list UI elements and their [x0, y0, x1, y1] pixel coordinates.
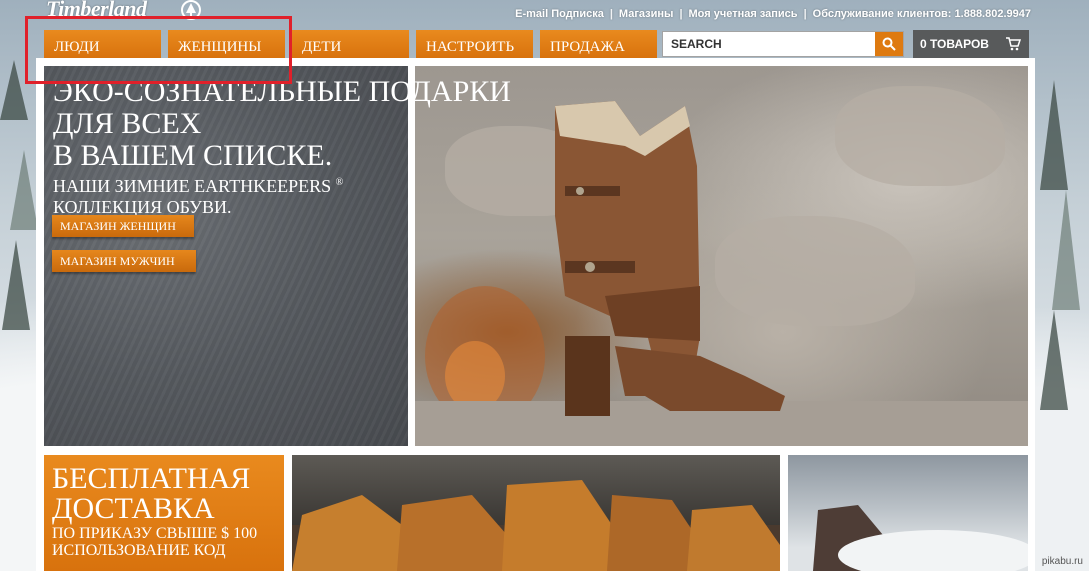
search-icon [882, 37, 896, 51]
hero-subtitle: НАШИ ЗИМНИЕ EARTHKEEPERS ® КОЛЛЕКЦИЯ ОБУ… [53, 172, 373, 218]
tree-left-1 [0, 60, 28, 120]
annotation-highlight-box [25, 16, 292, 84]
promo-title: БЕСПЛАТНАЯ ДОСТАВКА [52, 464, 250, 524]
nav-item-kids[interactable]: ДЕТИ [292, 30, 409, 58]
promo-title-line: ДОСТАВКА [52, 492, 215, 525]
tree-right-1 [1040, 80, 1068, 190]
separator: | [803, 8, 807, 20]
toplink-customer-service[interactable]: Обслуживание клиентов: 1.888.802.9947 [813, 8, 1031, 20]
hero-title-line: ДЛЯ ВСЕХ [53, 107, 202, 140]
toplink-stores[interactable]: Магазины [619, 8, 674, 20]
cart-count: 0 ТОВАРОВ [920, 37, 989, 51]
cart-button[interactable]: 0 ТОВАРОВ [913, 30, 1029, 58]
boots-photo-snow[interactable] [788, 455, 1028, 571]
promo-text: ПО ПРИКАЗУ СВЫШЕ $ 100 ИСПОЛЬЗОВАНИЕ КОД [52, 525, 258, 559]
nav-item-sale[interactable]: ПРОДАЖА [540, 30, 657, 58]
toplink-email[interactable]: E-mail Подписка [515, 8, 604, 20]
search-box [662, 31, 904, 57]
tree-left-2 [10, 150, 38, 230]
top-links: E-mail Подписка | Магазины | Моя учетная… [515, 8, 1031, 20]
boots-photo-men[interactable] [292, 455, 780, 571]
shop-men-button[interactable]: МАГАЗИН МУЖЧИН [52, 250, 196, 272]
registered-mark: ® [335, 177, 344, 188]
tree-left-3 [2, 240, 30, 330]
separator: | [679, 8, 683, 20]
snow-boot-illustration [813, 505, 1028, 571]
separator: | [609, 8, 613, 20]
watermark: pikabu.ru [1041, 556, 1083, 567]
nav-item-customize[interactable]: НАСТРОИТЬ [416, 30, 533, 58]
hero-subtitle-line2: КОЛЛЕКЦИЯ ОБУВИ. [53, 197, 232, 217]
free-shipping-promo[interactable]: БЕСПЛАТНАЯ ДОСТАВКА ПО ПРИКАЗУ СВЫШЕ $ 1… [44, 455, 284, 571]
tree-right-3 [1040, 310, 1068, 410]
hero-title-line: В ВАШЕМ СПИСКЕ. [53, 139, 333, 172]
work-boots-illustration [292, 480, 780, 571]
hero-subtitle-line1: НАШИ ЗИМНИЕ EARTHKEEPERS [53, 176, 332, 196]
promo-title-line: БЕСПЛАТНАЯ [52, 462, 251, 495]
shop-women-button[interactable]: МАГАЗИН ЖЕНЩИН [52, 215, 194, 237]
search-input[interactable] [663, 32, 876, 56]
hero-title: ЭКО-СОЗНАТЕЛЬНЫЕ ПОДАРКИ ДЛЯ ВСЕХ В ВАШЕ… [53, 76, 573, 172]
tree-right-2 [1052, 190, 1080, 310]
toplink-account[interactable]: Моя учетная запись [689, 8, 798, 20]
cart-icon [1006, 37, 1021, 51]
search-button[interactable] [875, 32, 903, 56]
